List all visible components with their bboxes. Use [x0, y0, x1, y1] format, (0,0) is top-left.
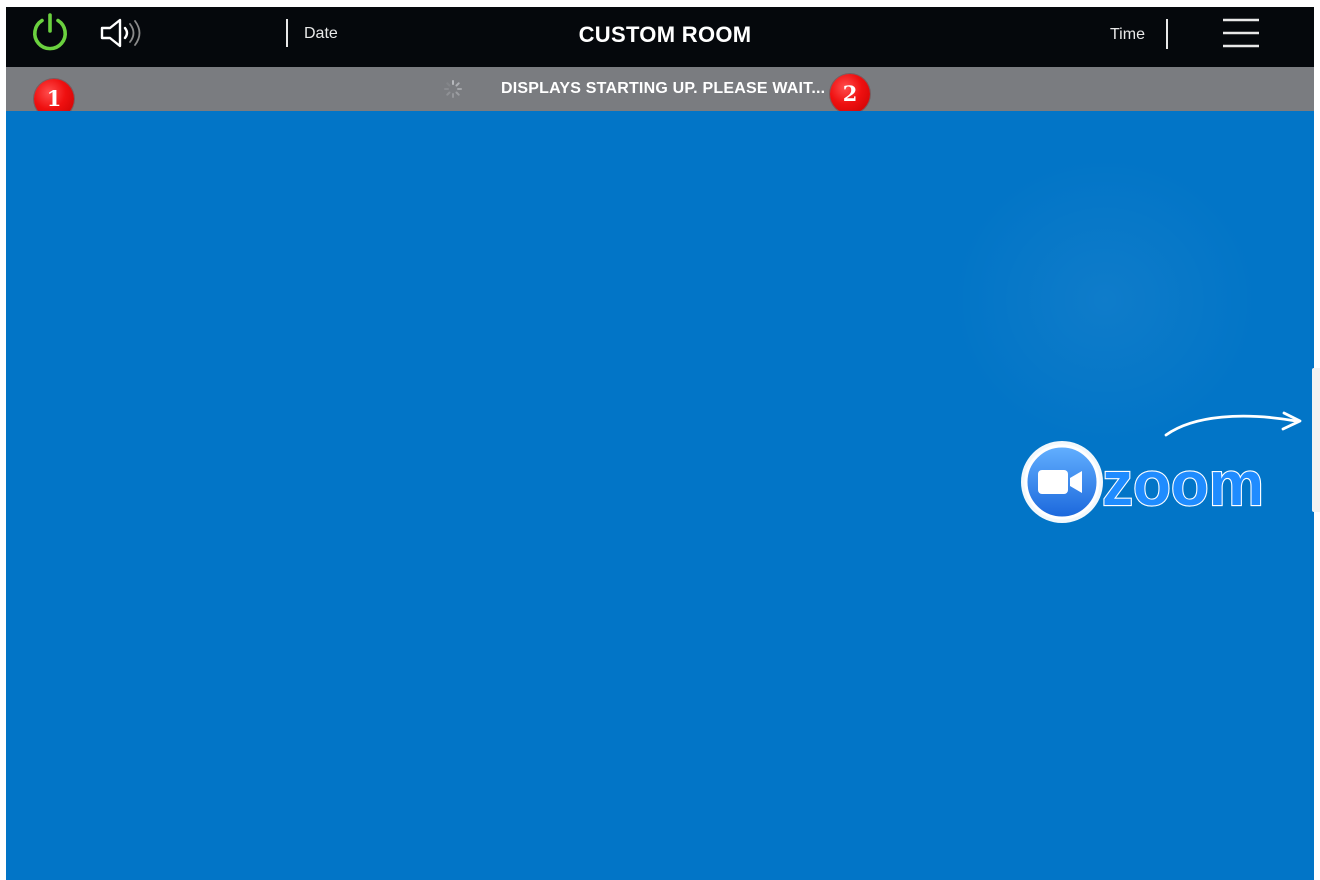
zoom-logo[interactable]: zoom [1018, 436, 1288, 528]
zoom-panel-glow [950, 155, 1260, 445]
header-divider-left [286, 19, 288, 47]
date-label: Date [304, 25, 338, 42]
volume-button[interactable] [98, 16, 150, 50]
callout-2: 2 [830, 74, 870, 114]
touch-panel-screen: Date CUSTOM ROOM Time DISPLAYS STARTING … [0, 0, 1320, 880]
volume-icon [100, 18, 141, 48]
status-message: DISPLAYS STARTING UP. PLEASE WAIT... [501, 80, 826, 97]
side-drawer-handle[interactable] [1312, 368, 1320, 512]
power-icon [33, 13, 67, 51]
zoom-wordmark: zoom [1102, 450, 1264, 519]
menu-button[interactable] [1216, 16, 1266, 50]
spinner-icon [444, 80, 462, 98]
power-button[interactable] [28, 12, 72, 54]
menu-icon [1223, 18, 1259, 48]
header-divider-right [1166, 19, 1168, 49]
time-label: Time [1110, 26, 1145, 43]
room-title: CUSTOM ROOM [578, 22, 752, 47]
